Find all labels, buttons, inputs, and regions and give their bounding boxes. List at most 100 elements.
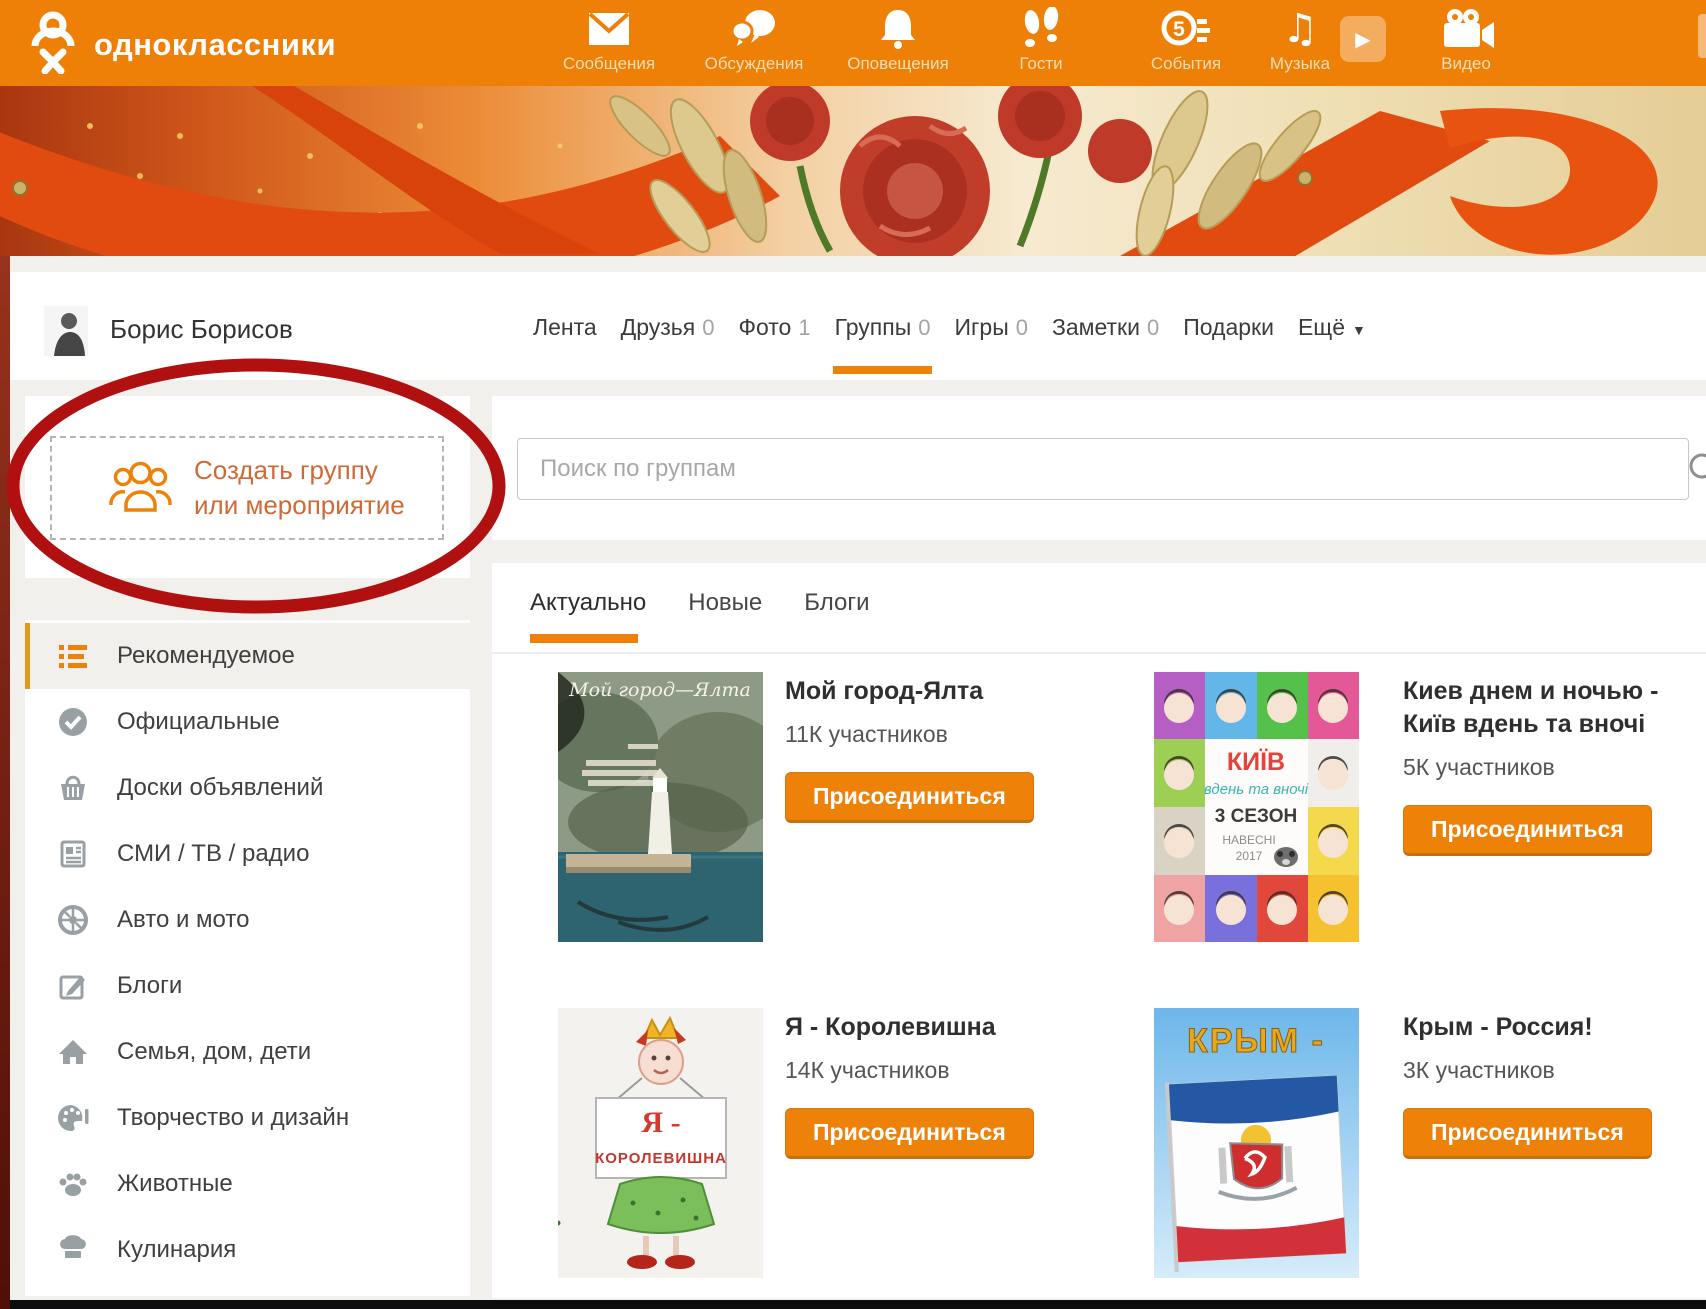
group-card: Мой город-Ялта 11К участников Присоедини… [785,675,1105,823]
sidebar-item-animals[interactable]: Животные [25,1151,470,1217]
sidebar-item-media[interactable]: СМИ / ТВ / радио [25,821,470,887]
home-icon [55,1035,91,1069]
tab-notes[interactable]: Заметки0 [1052,314,1159,341]
kyiv-season-text: 3 СЕЗОН [1215,806,1297,827]
tab-games[interactable]: Игры0 [954,314,1028,341]
group-image-kyiv[interactable]: КИЇВ вдень та вночі 3 СЕЗОН НАВЕСНІ 2017 [1154,672,1359,942]
top-navigation-bar: одноклассники Сообщения Обсуждения [0,0,1706,86]
group-image-yalta[interactable]: Мой город—Ялта [558,672,763,942]
paw-icon [55,1167,91,1201]
palette-icon [55,1101,91,1135]
events-badge: 5 [1173,18,1185,41]
create-group-label: Создать группу или мероприятие [194,453,405,523]
profile-tabs: Лента Друзья0 Фото1 Группы0 Игры0 Заметк… [533,314,1366,341]
ok-logo[interactable]: одноклассники [26,10,336,79]
topnav-messages[interactable]: Сообщения [543,6,675,74]
sidebar-item-family[interactable]: Семья, дом, дети [25,1019,470,1085]
sidebar-item-blogs[interactable]: Блоги [25,953,470,1019]
tab-photos[interactable]: Фото1 [739,314,811,341]
chevron-down-icon: ▼ [1352,322,1366,338]
tab-more[interactable]: Ещё▼ [1298,314,1366,341]
topnav-discussions[interactable]: Обсуждения [688,6,820,74]
join-button[interactable]: Присоединиться [785,1108,1034,1159]
join-button[interactable]: Присоединиться [1403,1108,1652,1159]
group-image-crimea[interactable]: КРЫМ - [1154,1008,1359,1278]
tab-blogs[interactable]: Блоги [804,589,869,617]
bottom-border [10,1300,1706,1309]
join-button[interactable]: Присоединиться [1403,805,1652,856]
avatar[interactable] [44,306,88,356]
tab-count: 0 [918,315,930,340]
sidebar-item-label: Рекомендуемое [117,642,295,670]
cutoff-icon [1698,14,1706,58]
topnav-video[interactable]: Видео [1400,6,1532,74]
banner-image [0,86,1706,256]
tab-friends[interactable]: Друзья0 [621,314,715,341]
sidebar-item-auto[interactable]: Авто и мото [25,887,470,953]
newspaper-icon [55,837,91,871]
sidebar-item-label: Семья, дом, дети [117,1038,311,1066]
sidebar-item-label: Творчество и дизайн [117,1104,349,1132]
group-title[interactable]: Мой город-Ялта [785,675,1105,708]
group-card: Я - Королевишна 14К участников Присоедин… [785,1011,1105,1159]
topnav-notifications[interactable]: Оповещения [832,6,964,74]
guests-footprints-icon [975,6,1107,52]
ok-logo-text: одноклассники [94,27,336,63]
join-button[interactable]: Присоединиться [785,772,1034,823]
sign-line2: КОРОЛЕВИШНА [595,1150,727,1167]
sidebar-item-classifieds[interactable]: Доски объявлений [25,755,470,821]
topnav-music[interactable]: ♫ Музыка [1245,6,1355,74]
topnav-events[interactable]: 5 События [1120,6,1252,74]
topnav-guests[interactable]: Гости [975,6,1107,74]
sign-line1: Я - [641,1106,680,1139]
player-icon[interactable]: ▶ [1340,16,1386,62]
topnav-label: Сообщения [543,54,675,74]
sidebar-item-label: Авто и мото [117,906,249,934]
sidebar-item-art[interactable]: Творчество и дизайн [25,1085,470,1151]
groups-tabs: Актуально Новые Блоги [530,589,870,617]
group-title[interactable]: Крым - Россия! [1403,1011,1706,1044]
group-members-count: 3К участников [1403,1057,1706,1084]
group-members-count: 5К участников [1403,754,1706,781]
tab-new[interactable]: Новые [688,589,762,617]
search-input[interactable] [517,438,1689,500]
topnav-label: Гости [975,54,1107,74]
kyiv-subtitle-text: вдень та вночі [1204,781,1309,798]
tab-groups[interactable]: Группы0 [835,314,931,341]
group-members-count: 11К участников [785,721,1105,748]
group-card: Крым - Россия! 3К участников Присоединит… [1403,1011,1706,1159]
sidebar-item-official[interactable]: Официальные [25,689,470,755]
play-triangle-icon: ▶ [1355,27,1370,51]
check-circle-icon [55,705,91,739]
tab-count: 0 [1147,315,1159,340]
profile-header: Борис Борисов Лента Друзья0 Фото1 Группы… [10,272,1706,380]
topnav-label: Видео [1400,54,1532,74]
sidebar-item-label: Животные [117,1170,233,1198]
kyiv-title-text: КИЇВ [1227,748,1285,776]
ok-logo-icon [26,10,80,79]
topnav-label: Музыка [1245,54,1355,74]
tab-count: 0 [1016,315,1028,340]
profile-name: Борис Борисов [110,314,293,345]
tab-feed[interactable]: Лента [533,314,597,341]
search-icon [1688,452,1706,491]
discussions-chat-icon [688,6,820,52]
sidebar-item-recommended[interactable]: Рекомендуемое [25,623,470,689]
sidebar-item-label: Блоги [117,972,182,1000]
group-image-korolevishna[interactable]: Я - КОРОЛЕВИШНА [558,1008,763,1278]
topnav-label: Обсуждения [688,54,820,74]
tab-actual[interactable]: Актуально [530,589,646,617]
sidebar-item-cooking[interactable]: Кулинария [25,1217,470,1283]
topnav-label: Оповещения [832,54,964,74]
tab-gifts[interactable]: Подарки [1183,314,1274,341]
kyiv-spring-text: НАВЕСНІ [1222,833,1275,847]
group-title[interactable]: Киев днем и ночью - Київ вдень та вночі [1403,675,1706,741]
background-strip [0,256,10,1309]
create-group-button[interactable]: Создать группу или мероприятие [50,436,444,540]
sidebar-item-label: Официальные [117,708,280,736]
basket-icon [55,771,91,805]
categories-sidebar: Рекомендуемое Официальные Доски объявлен… [25,620,470,1296]
events-icon: 5 [1120,6,1252,52]
group-title[interactable]: Я - Королевишна [785,1011,1105,1044]
sidebar-item-label: Кулинария [117,1236,236,1264]
